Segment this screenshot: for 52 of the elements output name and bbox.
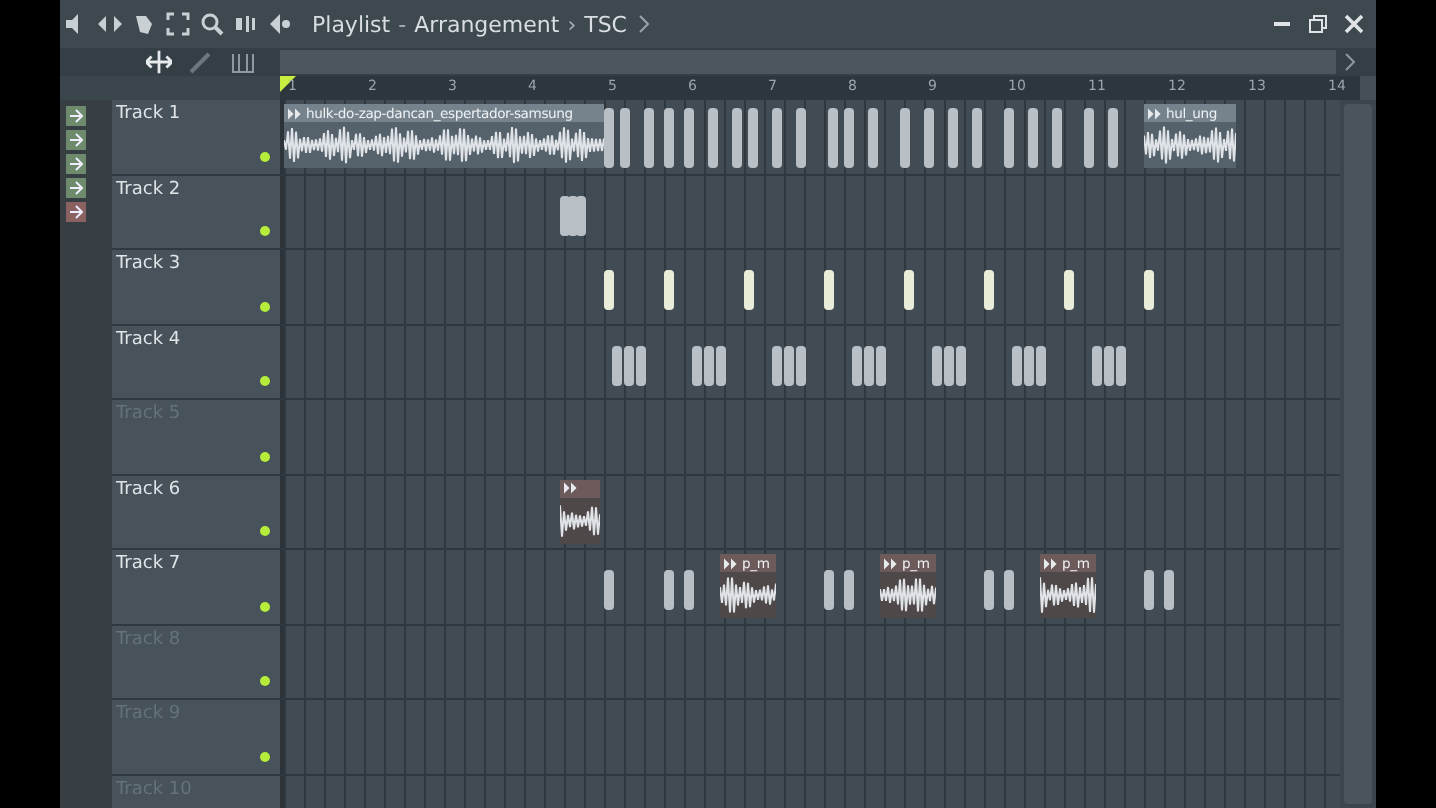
track-header[interactable]: Track 7 — [112, 550, 284, 623]
breadcrumb-item[interactable]: TSC — [584, 11, 627, 37]
close-icon[interactable] — [1344, 14, 1364, 34]
arrows-icon[interactable] — [98, 12, 122, 36]
track-name: Track 4 — [116, 329, 181, 349]
clip-menu-icon[interactable] — [1044, 557, 1058, 569]
restore-icon[interactable] — [1308, 14, 1328, 34]
status-led[interactable] — [260, 451, 270, 461]
clip-menu-icon[interactable] — [288, 107, 302, 119]
status-led[interactable] — [260, 376, 270, 386]
chevron-icon[interactable] — [637, 14, 649, 34]
clip-source-icon[interactable] — [66, 202, 86, 222]
track-name: Track 3 — [116, 254, 181, 274]
track-header[interactable]: Track 6 — [112, 475, 284, 548]
status-led[interactable] — [260, 526, 270, 536]
track-name: Track 1 — [116, 104, 181, 124]
track-name: Track 7 — [116, 554, 181, 574]
status-led[interactable] — [260, 751, 270, 761]
status-led[interactable] — [260, 226, 270, 236]
clip-source-icon[interactable] — [66, 130, 86, 150]
chevron-right-icon[interactable] — [1344, 52, 1356, 72]
clip-menu-icon[interactable] — [724, 557, 738, 569]
piano-icon[interactable] — [229, 50, 255, 74]
path-separator: - — [398, 11, 407, 37]
waveform-drawing — [1040, 572, 1096, 618]
track-name: Track 6 — [116, 479, 181, 499]
select-icon[interactable] — [166, 12, 190, 36]
clip-menu-icon[interactable] — [1148, 107, 1162, 119]
arrow-menu-icon[interactable] — [268, 12, 292, 36]
zoom-icon[interactable] — [200, 12, 224, 36]
waveform-drawing — [720, 572, 776, 618]
clip-menu-icon[interactable] — [564, 482, 578, 494]
status-led[interactable] — [260, 151, 270, 161]
breadcrumb-item[interactable]: Arrangement — [414, 11, 560, 37]
track-name: Track 2 — [116, 179, 181, 199]
window-title: Playlist — [312, 11, 391, 37]
track-header[interactable]: Track 4 — [112, 325, 284, 398]
snap-icon[interactable] — [145, 50, 171, 74]
playback-icon[interactable] — [234, 12, 258, 36]
clip-source-icon[interactable] — [66, 154, 86, 174]
path-separator: › — [567, 11, 577, 37]
clip-source-icon[interactable] — [66, 178, 86, 198]
status-led[interactable] — [260, 601, 270, 611]
clip-source-icon[interactable] — [66, 106, 86, 126]
audio-clip[interactable] — [560, 479, 600, 543]
status-led[interactable] — [260, 301, 270, 311]
track-header[interactable]: Track 1 — [112, 100, 284, 173]
waveform-drawing — [1144, 122, 1236, 168]
status-led[interactable] — [260, 676, 270, 686]
track-header[interactable]: Track 2 — [112, 175, 284, 248]
clip-menu-icon[interactable] — [884, 557, 898, 569]
track-header[interactable]: Track 3 — [112, 250, 284, 323]
